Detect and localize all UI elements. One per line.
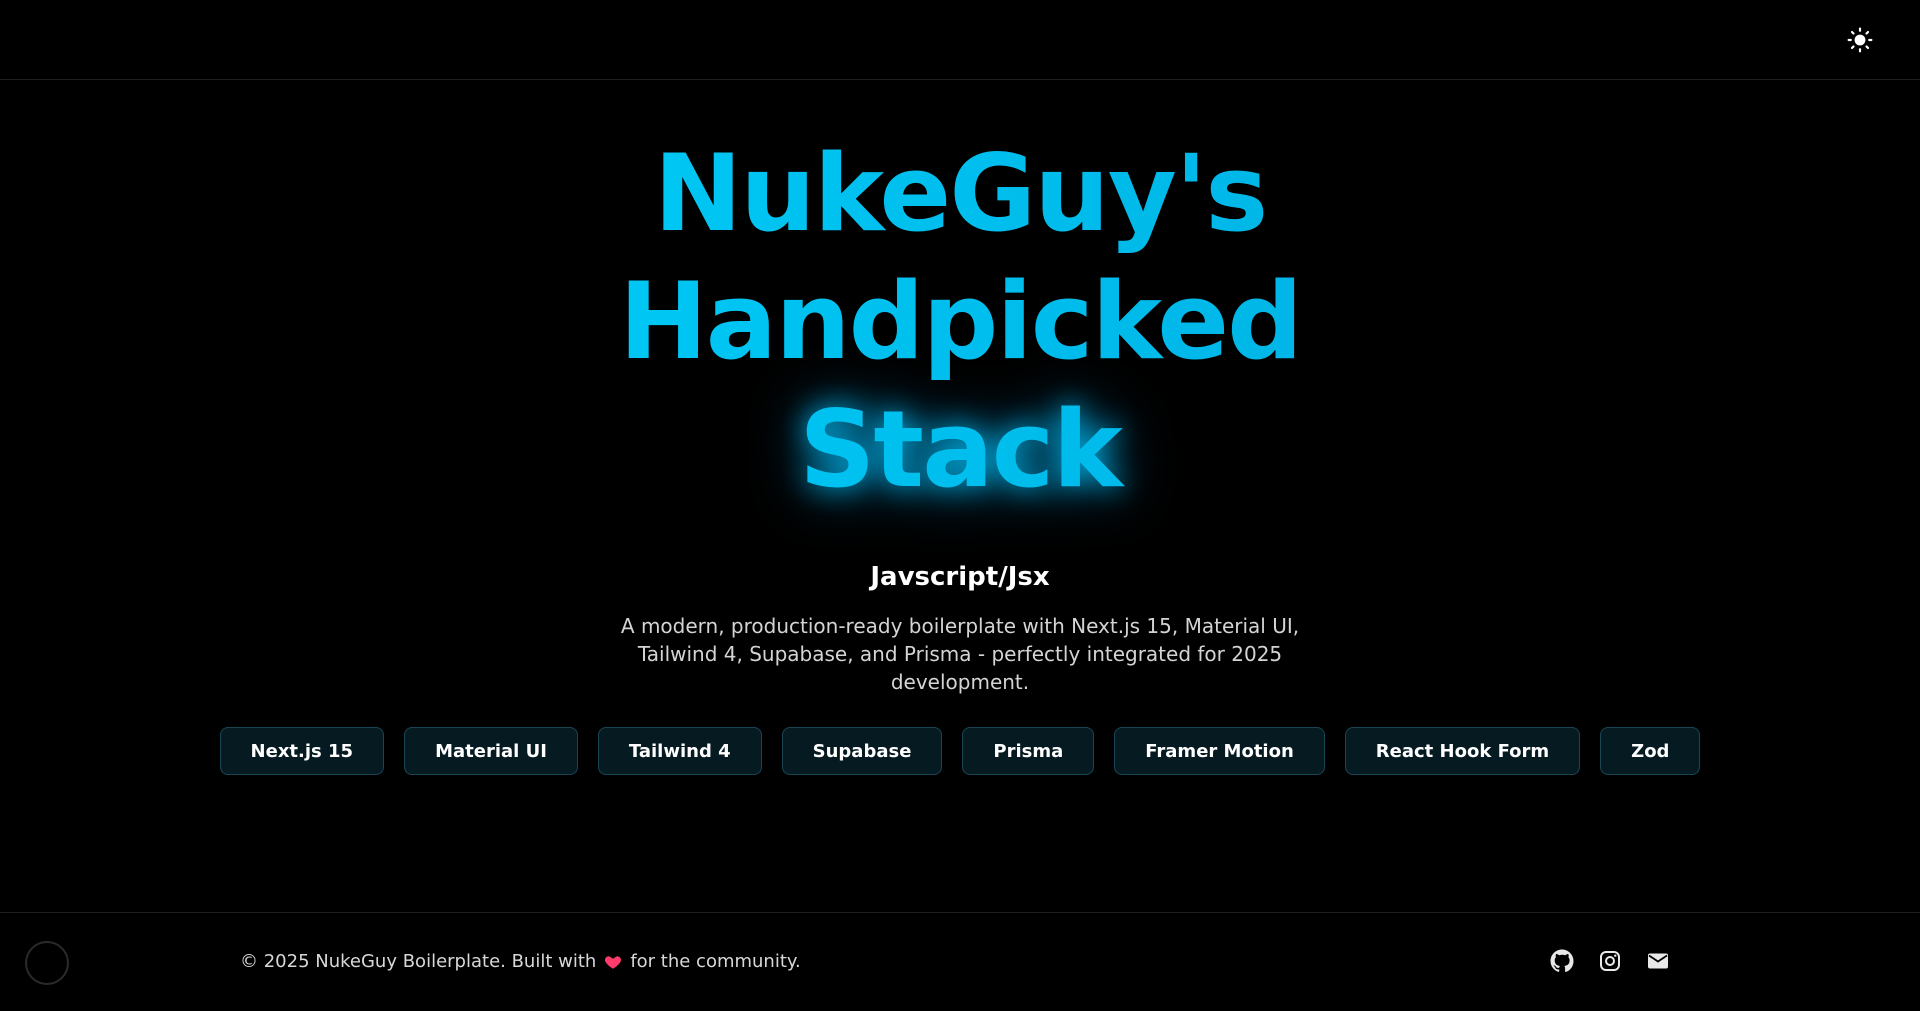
theme-toggle-button[interactable] bbox=[1840, 20, 1880, 60]
footer-copyright: © 2025 NukeGuy Boilerplate. Built with f… bbox=[240, 951, 801, 972]
hero-section: NukeGuy's Handpicked Stack bbox=[0, 130, 1920, 514]
copyright-suffix: for the community. bbox=[630, 951, 801, 972]
sun-icon bbox=[1847, 27, 1873, 53]
mail-link[interactable] bbox=[1646, 949, 1670, 973]
tech-tag-prisma[interactable]: Prisma bbox=[962, 727, 1095, 775]
hero-title-line: NukeGuy's bbox=[0, 130, 1920, 258]
tech-tag-supabase[interactable]: Supabase bbox=[781, 727, 943, 775]
instagram-icon bbox=[1600, 951, 1620, 971]
mail-icon bbox=[1648, 953, 1668, 969]
instagram-link[interactable] bbox=[1598, 949, 1622, 973]
hero-title-glow: Stack bbox=[0, 386, 1920, 514]
tech-tag-tailwind[interactable]: Tailwind 4 bbox=[597, 727, 762, 775]
tech-tag-list: Next.js 15 Material UI Tailwind 4 Supaba… bbox=[0, 727, 1920, 775]
tech-tag-framer-motion[interactable]: Framer Motion bbox=[1114, 727, 1325, 775]
tech-tag-nextjs[interactable]: Next.js 15 bbox=[219, 727, 385, 775]
github-link[interactable] bbox=[1550, 949, 1574, 973]
avatar-circle[interactable] bbox=[25, 941, 69, 985]
copyright-prefix: © 2025 NukeGuy Boilerplate. Built with bbox=[240, 951, 597, 972]
github-icon bbox=[1550, 949, 1574, 973]
hero-subtitle: Javscript/Jsx bbox=[870, 562, 1050, 592]
tech-tag-zod[interactable]: Zod bbox=[1600, 727, 1701, 775]
hero-title-line: Handpicked bbox=[0, 258, 1920, 386]
social-links bbox=[1550, 949, 1670, 973]
tech-tag-react-hook-form[interactable]: React Hook Form bbox=[1344, 727, 1581, 775]
hero-description: A modern, production-ready boilerplate w… bbox=[620, 614, 1300, 694]
top-header bbox=[0, 0, 1920, 80]
tech-tag-material-ui[interactable]: Material UI bbox=[404, 727, 578, 775]
page-footer: © 2025 NukeGuy Boilerplate. Built with f… bbox=[0, 912, 1920, 1011]
hero-title-line: Stack bbox=[0, 386, 1920, 514]
hero-title: NukeGuy's Handpicked Stack bbox=[0, 130, 1920, 514]
heart-icon bbox=[605, 955, 622, 969]
